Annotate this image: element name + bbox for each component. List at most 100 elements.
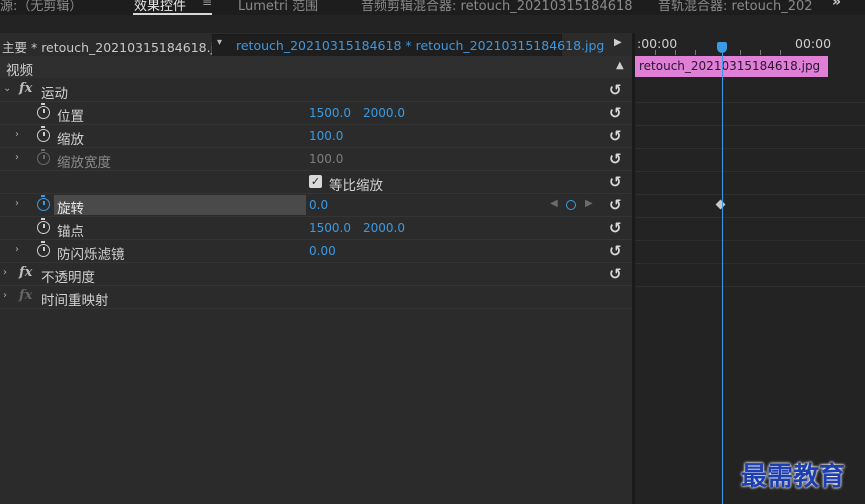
chevron-down-icon[interactable]: ▾ xyxy=(217,37,222,48)
property-row-rotation: › 旋转 0.0 ◀ ▶ ↺ xyxy=(0,194,632,217)
timeline-row-line xyxy=(635,286,865,287)
collapse-section-icon[interactable]: ▲ xyxy=(616,60,624,71)
reset-icon[interactable]: ↺ xyxy=(609,242,622,260)
timeline-row-line xyxy=(635,194,865,195)
position-y-value[interactable]: 2000.0 xyxy=(363,106,405,120)
reset-icon[interactable]: ↺ xyxy=(609,127,622,145)
fx-icon[interactable]: fx xyxy=(19,81,32,96)
expand-chevron-icon[interactable]: › xyxy=(15,244,19,255)
effect-controls-timeline[interactable]: :00:00 00:00 retouch_20210315184618.jpg xyxy=(635,33,865,504)
tab-audio-clip-mixer[interactable]: 音频剪辑混合器: retouch_20210315184618 xyxy=(361,0,633,14)
rotation-value[interactable]: 0.0 xyxy=(309,198,328,212)
timeline-clip[interactable]: retouch_20210315184618.jpg xyxy=(635,56,828,77)
effect-row-motion[interactable]: ⌄ fx 运动 ↺ xyxy=(0,79,632,102)
property-label-scale-width: 缩放宽度 xyxy=(57,155,111,171)
reset-icon[interactable]: ↺ xyxy=(609,150,622,168)
anchor-x-value[interactable]: 1500.0 xyxy=(309,221,351,235)
previous-keyframe-icon[interactable]: ◀ xyxy=(550,198,558,209)
timeline-row-line xyxy=(635,240,865,241)
timeline-row-line xyxy=(635,148,865,149)
expand-chevron-icon[interactable]: › xyxy=(3,290,7,301)
rotation-keyframe[interactable] xyxy=(715,199,726,210)
reset-icon[interactable]: ↺ xyxy=(609,265,622,283)
timeline-row-line xyxy=(635,217,865,218)
timeline-clip-label: retouch_20210315184618.jpg xyxy=(639,59,821,73)
sequence-clip-dropdown[interactable]: ▾ retouch_20210315184618 * retouch_20210… xyxy=(212,34,604,57)
timeline-row-line xyxy=(635,171,865,172)
stopwatch-icon[interactable] xyxy=(37,103,50,119)
property-label-anchor: 锚点 xyxy=(57,224,84,240)
effect-name-time-remapping: 时间重映射 xyxy=(41,293,109,309)
stopwatch-icon xyxy=(37,149,50,165)
ruler-tick xyxy=(655,50,656,55)
watermark-text: 最需教育 xyxy=(741,462,846,492)
effect-name-motion: 运动 xyxy=(41,86,68,102)
tab-effect-controls[interactable]: 效果控件 xyxy=(134,0,186,14)
property-row-scale: › 缩放 100.0 ↺ xyxy=(0,125,632,148)
next-keyframe-icon[interactable]: ▶ xyxy=(585,198,593,209)
time-ruler[interactable]: :00:00 00:00 xyxy=(635,33,865,56)
property-row-anti-flicker: › 防闪烁滤镜 0.00 ↺ xyxy=(0,240,632,263)
reset-icon[interactable]: ↺ xyxy=(609,173,622,191)
position-x-value[interactable]: 1500.0 xyxy=(309,106,351,120)
timeline-row-line xyxy=(635,102,865,103)
uniform-scale-checkbox[interactable]: ✓ xyxy=(309,175,322,188)
scale-value[interactable]: 100.0 xyxy=(309,129,343,143)
stopwatch-icon[interactable] xyxy=(37,195,50,211)
tab-audio-track-mixer[interactable]: 音轨混合器: retouch_202 xyxy=(658,0,813,14)
selected-property-highlight xyxy=(54,195,306,215)
expand-chevron-icon[interactable]: ⌄ xyxy=(3,83,11,94)
expand-chevron-icon[interactable]: › xyxy=(15,198,19,209)
property-label-rotation: 旋转 xyxy=(57,201,84,217)
effect-row-time-remapping[interactable]: › fx 时间重映射 xyxy=(0,286,632,309)
expand-chevron-icon[interactable]: › xyxy=(15,129,19,140)
fx-icon[interactable]: fx xyxy=(19,288,32,303)
tab-lumetri-scopes[interactable]: Lumetri 范围 xyxy=(238,0,318,14)
stopwatch-icon[interactable] xyxy=(37,126,50,142)
property-row-uniform-scale: ✓ 等比缩放 ↺ xyxy=(0,171,632,194)
expand-chevron-icon[interactable]: › xyxy=(15,152,19,163)
scale-width-value: 100.0 xyxy=(309,152,344,166)
property-row-position: 位置 1500.0 2000.0 ↺ xyxy=(0,102,632,125)
show-timeline-arrow-icon[interactable]: ▶ xyxy=(614,37,622,48)
sequence-clip-name[interactable]: retouch_20210315184618 * retouch_2021031… xyxy=(236,38,604,53)
reset-icon[interactable]: ↺ xyxy=(609,219,622,237)
ruler-tick xyxy=(675,50,676,55)
ruler-tick xyxy=(760,50,761,55)
uniform-scale-label: 等比缩放 xyxy=(329,178,383,194)
playhead-handle[interactable] xyxy=(717,42,727,53)
active-tab-underline xyxy=(133,13,212,15)
reset-icon[interactable]: ↺ xyxy=(609,196,622,214)
stopwatch-icon[interactable] xyxy=(37,241,50,257)
ruler-tick xyxy=(780,50,781,55)
effect-row-opacity[interactable]: › fx 不透明度 ↺ xyxy=(0,263,632,286)
ruler-tick xyxy=(695,50,696,55)
property-row-scale-width: › 缩放宽度 100.0 ↺ xyxy=(0,148,632,171)
video-section-header: 视频 ▲ xyxy=(0,56,632,79)
reset-icon[interactable]: ↺ xyxy=(609,81,622,99)
property-label-scale: 缩放 xyxy=(57,132,84,148)
effect-name-opacity: 不透明度 xyxy=(41,270,95,286)
tab-menu-icon[interactable]: ≡ xyxy=(202,0,212,9)
expand-chevron-icon[interactable]: › xyxy=(3,267,7,278)
video-section-label: 视频 xyxy=(6,63,33,79)
ruler-tick xyxy=(740,50,741,55)
anchor-y-value[interactable]: 2000.0 xyxy=(363,221,405,235)
property-label-anti-flicker: 防闪烁滤镜 xyxy=(57,247,125,263)
timeline-row-line xyxy=(635,263,865,264)
tab-source[interactable]: 源:（无剪辑） xyxy=(0,0,82,14)
anti-flicker-value[interactable]: 0.00 xyxy=(309,244,336,258)
panel-tab-bar: 源:（无剪辑） 效果控件 ≡ Lumetri 范围 音频剪辑混合器: retou… xyxy=(0,0,865,15)
fx-icon[interactable]: fx xyxy=(19,265,32,280)
timecode-start: :00:00 xyxy=(637,36,678,51)
clip-selector-bar: 主要 * retouch_20210315184618.jpg ▾ retouc… xyxy=(0,33,632,57)
property-label-position: 位置 xyxy=(57,109,84,125)
playhead-line[interactable] xyxy=(722,53,723,504)
stopwatch-icon[interactable] xyxy=(37,218,50,234)
add-keyframe-icon[interactable] xyxy=(566,200,576,210)
more-tabs-icon[interactable]: » xyxy=(832,0,841,10)
timeline-row-line xyxy=(635,125,865,126)
reset-icon[interactable]: ↺ xyxy=(609,104,622,122)
property-row-anchor: 锚点 1500.0 2000.0 ↺ xyxy=(0,217,632,240)
master-clip-label[interactable]: 主要 * retouch_20210315184618.jpg xyxy=(2,37,230,56)
